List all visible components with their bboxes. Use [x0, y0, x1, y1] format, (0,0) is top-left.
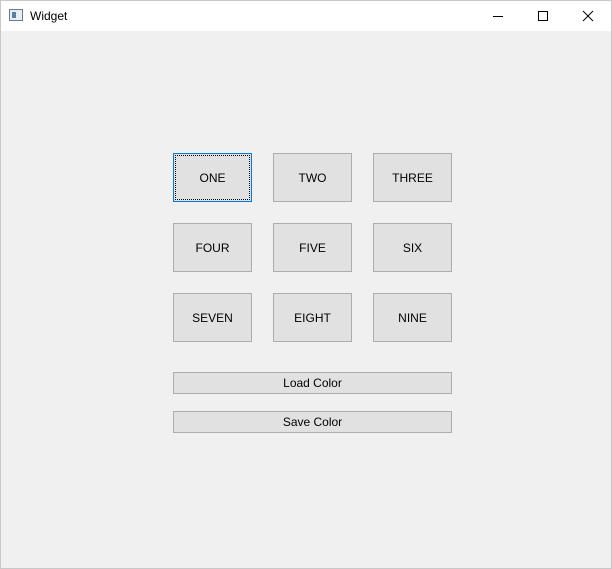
maximize-button[interactable]: [520, 1, 566, 31]
button-six[interactable]: SIX: [373, 223, 452, 272]
button-one[interactable]: ONE: [173, 153, 252, 202]
app-window: Widget ONE TWO THREE FOUR FIVE SIX SEVEN…: [0, 0, 612, 569]
window-title: Widget: [30, 9, 68, 23]
maximize-icon: [538, 11, 548, 21]
minimize-icon: [493, 16, 503, 17]
button-two[interactable]: TWO: [273, 153, 352, 202]
minimize-button[interactable]: [475, 1, 521, 31]
close-icon: [582, 10, 594, 22]
title-bar[interactable]: Widget: [1, 1, 611, 31]
button-four[interactable]: FOUR: [173, 223, 252, 272]
button-three[interactable]: THREE: [373, 153, 452, 202]
close-button[interactable]: [565, 1, 611, 31]
client-area: ONE TWO THREE FOUR FIVE SIX SEVEN EIGHT …: [1, 31, 611, 568]
load-color-button[interactable]: Load Color: [173, 372, 452, 394]
window-app-icon: [9, 9, 23, 21]
button-five[interactable]: FIVE: [273, 223, 352, 272]
button-seven[interactable]: SEVEN: [173, 293, 252, 342]
button-nine[interactable]: NINE: [373, 293, 452, 342]
save-color-button[interactable]: Save Color: [173, 411, 452, 433]
button-eight[interactable]: EIGHT: [273, 293, 352, 342]
